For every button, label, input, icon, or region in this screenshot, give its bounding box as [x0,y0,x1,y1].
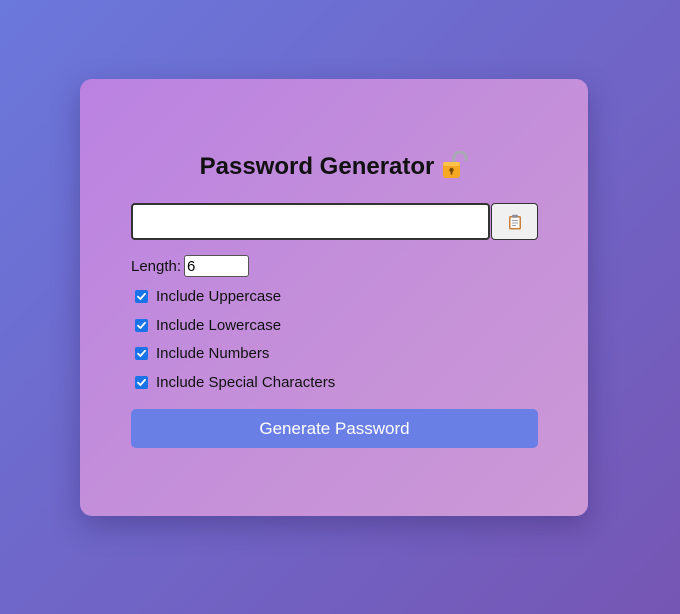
option-uppercase: Include Uppercase [135,286,281,306]
uppercase-label: Include Uppercase [156,287,282,305]
password-output-field[interactable] [131,203,490,240]
numbers-label: Include Numbers [156,344,270,362]
length-input[interactable] [184,255,250,277]
title-text: Password Generator [199,153,435,180]
length-row: Length: [131,255,250,277]
generate-password-button[interactable]: Generate Password [131,409,538,448]
length-label: Length: [131,257,182,275]
option-numbers: Include Numbers [135,343,269,363]
clipboard-icon [492,214,537,230]
option-lowercase: Include Lowercase [135,315,281,335]
numbers-checkbox[interactable] [135,346,148,360]
lowercase-label: Include Lowercase [156,316,282,334]
option-special-characters: Include Special Characters [135,372,335,392]
special-characters-label: Include Special Characters [156,373,336,391]
page-title: Password Generator [80,150,588,183]
password-generator-card: Password Generator Length: 6 Include Upp… [80,79,588,516]
uppercase-checkbox[interactable] [135,289,148,303]
special-characters-checkbox[interactable] [135,375,148,389]
unlocked-padlock-icon [442,150,468,179]
copy-button[interactable] [491,203,538,240]
lowercase-checkbox[interactable] [135,318,148,332]
